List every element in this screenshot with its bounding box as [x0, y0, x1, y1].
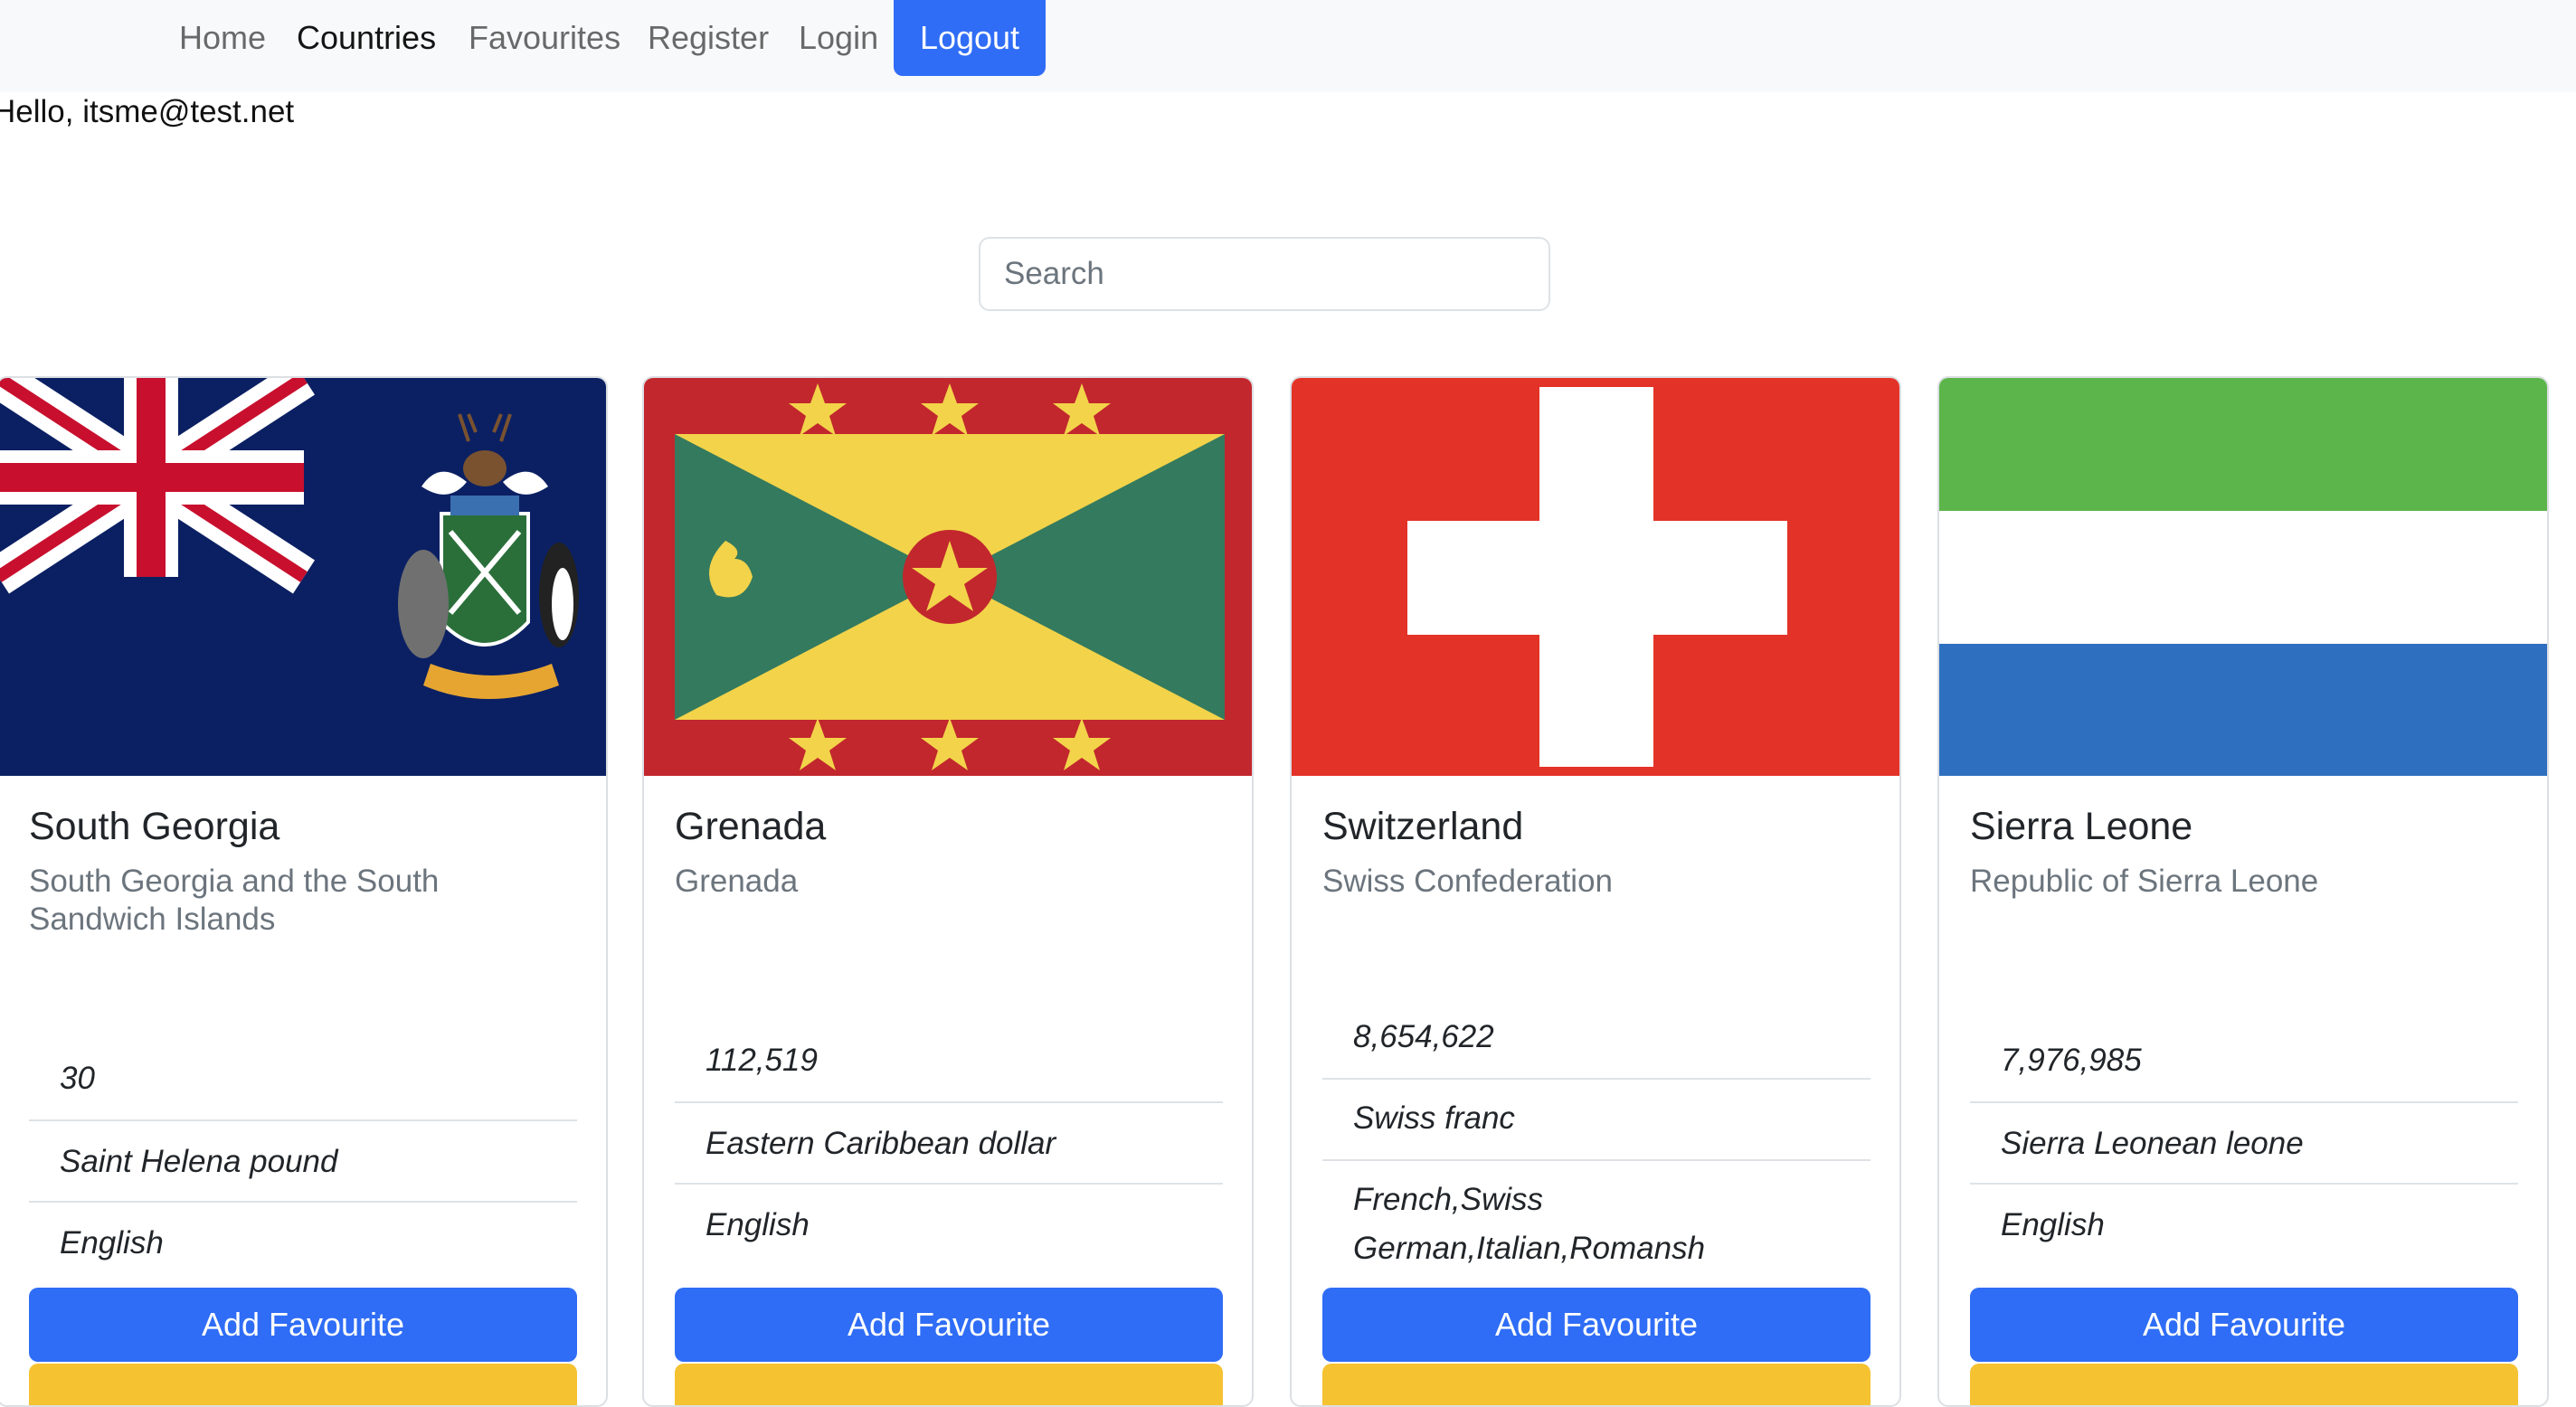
navbar: Home Countries Favourites Register Login…	[0, 0, 2576, 92]
secondary-action-button[interactable]	[1970, 1364, 2518, 1405]
nav-favourites-link[interactable]: Favourites	[469, 0, 620, 76]
add-favourite-button[interactable]: Add Favourite	[675, 1288, 1223, 1362]
secondary-action-button[interactable]	[29, 1364, 577, 1405]
grenada-flag-icon	[644, 378, 1252, 776]
country-card: Sierra Leone Republic of Sierra Leone 7,…	[1937, 376, 2549, 1407]
nav-home-link[interactable]: Home	[179, 0, 266, 76]
country-name: Sierra Leone	[1970, 805, 2193, 848]
switzerland-flag-icon	[1292, 378, 1899, 776]
country-official-name: Republic of Sierra Leone	[1970, 864, 2319, 899]
search-input[interactable]	[979, 237, 1550, 311]
secondary-action-button[interactable]	[1322, 1364, 1870, 1405]
country-official-name: Grenada	[675, 864, 799, 899]
country-name: Switzerland	[1322, 805, 1524, 848]
list-divider	[1322, 1159, 1870, 1161]
list-divider	[1322, 1078, 1870, 1080]
currency-value: Saint Helena pound	[60, 1144, 338, 1179]
list-divider	[1970, 1101, 2518, 1103]
list-divider	[1970, 1183, 2518, 1185]
nav-login-link[interactable]: Login	[799, 0, 878, 76]
nav-register-link[interactable]: Register	[648, 0, 769, 76]
population-value: 112,519	[706, 1043, 818, 1078]
country-name: South Georgia	[29, 805, 280, 848]
currency-value: Sierra Leonean leone	[2001, 1126, 2304, 1161]
country-name: Grenada	[675, 805, 827, 848]
list-divider	[675, 1101, 1223, 1103]
nav-countries-link[interactable]: Countries	[297, 0, 436, 76]
population-value: 30	[60, 1061, 95, 1096]
sierra-leone-flag-icon	[1939, 378, 2547, 776]
south-georgia-flag-icon	[0, 378, 606, 776]
user-greeting: Hello, itsme@test.net	[0, 94, 295, 129]
population-value: 8,654,622	[1353, 1019, 1494, 1054]
languages-value: English	[706, 1207, 810, 1242]
list-divider	[675, 1183, 1223, 1185]
add-favourite-button[interactable]: Add Favourite	[1970, 1288, 2518, 1362]
list-divider	[29, 1119, 577, 1121]
country-official-name: South Georgia and the South Sandwich Isl…	[29, 864, 440, 937]
list-divider	[29, 1201, 577, 1203]
languages-value: English	[60, 1225, 164, 1261]
country-official-name: Swiss Confederation	[1322, 864, 1613, 899]
population-value: 7,976,985	[2001, 1043, 2142, 1078]
currency-value: Swiss franc	[1353, 1100, 1515, 1136]
languages-value: English	[2001, 1207, 2105, 1242]
country-card: Grenada Grenada 112,519 Eastern Caribbea…	[642, 376, 1254, 1407]
secondary-action-button[interactable]	[675, 1364, 1223, 1405]
currency-value: Eastern Caribbean dollar	[706, 1126, 1056, 1161]
country-card: South Georgia South Georgia and the Sout…	[0, 376, 608, 1407]
add-favourite-button[interactable]: Add Favourite	[29, 1288, 577, 1362]
logout-button[interactable]: Logout	[894, 0, 1046, 76]
add-favourite-button[interactable]: Add Favourite	[1322, 1288, 1870, 1362]
languages-value: French,Swiss German,Italian,Romansh	[1353, 1182, 1706, 1266]
country-card: Switzerland Swiss Confederation 8,654,62…	[1290, 376, 1901, 1407]
